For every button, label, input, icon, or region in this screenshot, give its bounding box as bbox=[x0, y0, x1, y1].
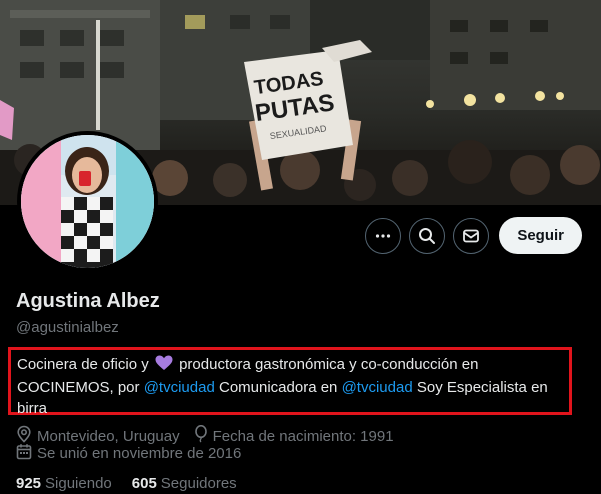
profile-actions: Seguir bbox=[365, 217, 582, 254]
follow-stats: 925 Siguiendo 605 Seguidores bbox=[16, 475, 257, 492]
envelope-icon bbox=[462, 227, 480, 245]
avatar-photo bbox=[21, 135, 154, 268]
location-text: Montevideo, Uruguay bbox=[37, 427, 180, 445]
following-count: 925 bbox=[16, 475, 42, 492]
more-horizontal-icon bbox=[374, 227, 392, 245]
mention-link[interactable]: @tvciudad bbox=[144, 379, 215, 396]
followers-link[interactable]: 605 Seguidores bbox=[132, 475, 237, 492]
display-name: Agustina Albez bbox=[16, 290, 160, 312]
joined-text: Se unió en noviembre de 2016 bbox=[37, 445, 242, 462]
purple-heart-icon bbox=[155, 355, 173, 377]
following-link[interactable]: 925 Siguiendo bbox=[16, 475, 112, 492]
follow-button[interactable]: Seguir bbox=[499, 217, 582, 254]
user-handle: @agustinialbez bbox=[16, 319, 119, 336]
search-button[interactable] bbox=[409, 217, 446, 254]
birthday-text: Fecha de nacimiento: 1991 bbox=[212, 427, 394, 445]
profile-bio: Cocinera de oficio y productora gastronó… bbox=[8, 347, 572, 417]
bio-text: Comunicadora en bbox=[218, 379, 338, 396]
calendar-icon bbox=[16, 443, 37, 464]
following-label: Siguiendo bbox=[45, 475, 112, 492]
bio-text: Cocinera de oficio y bbox=[17, 356, 149, 373]
message-button[interactable] bbox=[453, 217, 490, 254]
profile-avatar[interactable] bbox=[17, 131, 158, 272]
mention-link[interactable]: @tvciudad bbox=[342, 379, 413, 396]
search-icon bbox=[418, 227, 436, 245]
followers-count: 605 bbox=[131, 475, 157, 492]
joined-item: Se unió en noviembre de 2016 bbox=[16, 443, 241, 464]
followers-label: Seguidores bbox=[160, 475, 237, 492]
profile-meta-joined: Se unió en noviembre de 2016 bbox=[16, 443, 255, 464]
more-button[interactable] bbox=[365, 217, 402, 254]
